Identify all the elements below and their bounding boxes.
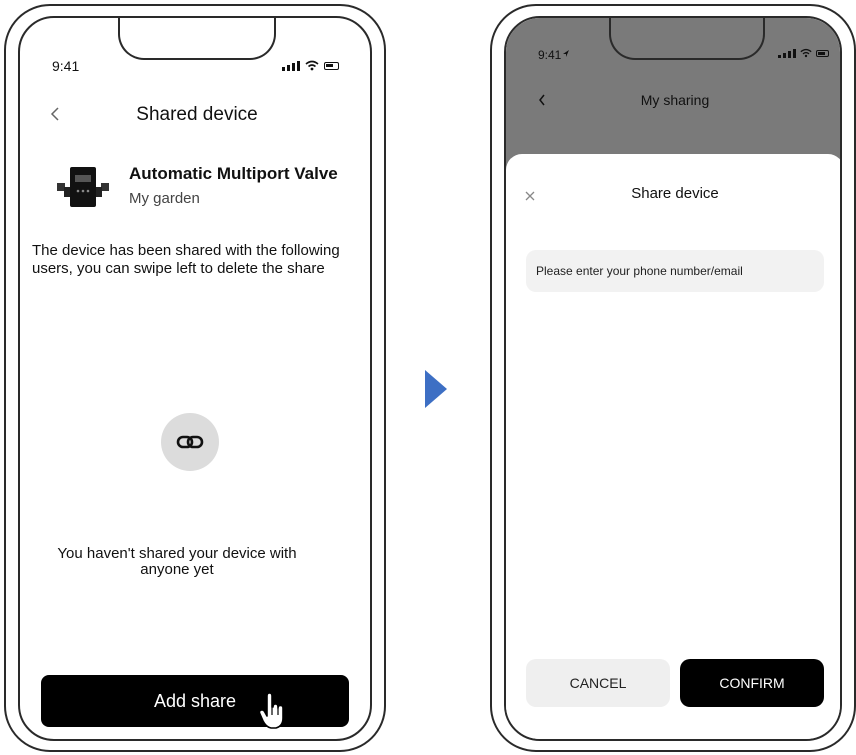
page-title: My sharing <box>640 92 710 108</box>
cancel-label: CANCEL <box>569 675 627 691</box>
status-time: 9:41 <box>52 58 80 74</box>
phone-email-input[interactable]: Please enter your phone number/email <box>526 250 824 292</box>
cancel-button[interactable]: CANCEL <box>526 659 670 707</box>
empty-state-message: You haven't shared your device with anyo… <box>57 545 297 578</box>
add-share-button[interactable]: Add share <box>41 675 349 727</box>
signal-icon <box>282 60 300 71</box>
wifi-icon <box>800 48 812 58</box>
wifi-icon <box>305 60 319 71</box>
device-name: Automatic Multiport Valve <box>129 164 338 183</box>
confirm-label: CONFIRM <box>719 675 785 691</box>
status-icons <box>282 60 339 71</box>
share-description: The device has been shared with the foll… <box>32 242 340 277</box>
hand-pointer-icon <box>258 692 284 729</box>
confirm-button[interactable]: CONFIRM <box>680 659 824 707</box>
page-title: Shared device <box>136 104 258 125</box>
status-time: 9:41 <box>538 48 562 62</box>
right-notch <box>609 18 765 60</box>
link-icon <box>176 435 204 449</box>
status-icons <box>778 48 829 58</box>
signal-icon <box>778 48 796 58</box>
device-location: My garden <box>129 190 200 207</box>
add-share-label: Add share <box>153 690 237 711</box>
empty-state-icon-circle <box>161 413 219 471</box>
battery-icon <box>324 61 339 70</box>
right-phone-screen: 9:41 My sharing Share device Please ente… <box>504 16 842 741</box>
sheet-title: Share device <box>631 185 719 202</box>
left-phone-screen: 9:41 Shared device Automatic Multiport V… <box>18 16 372 741</box>
input-placeholder: Please enter your phone number/email <box>536 264 743 278</box>
left-phone-frame: 9:41 Shared device Automatic Multiport V… <box>4 4 386 752</box>
right-phone-frame: 9:41 My sharing Share device Please ente… <box>490 4 856 752</box>
share-device-sheet: Share device Please enter your phone num… <box>506 154 840 739</box>
triangle-right-icon <box>425 370 447 408</box>
battery-icon <box>816 49 829 57</box>
left-notch <box>118 18 276 60</box>
location-arrow-icon <box>563 50 569 57</box>
valve-device-icon <box>57 167 109 207</box>
